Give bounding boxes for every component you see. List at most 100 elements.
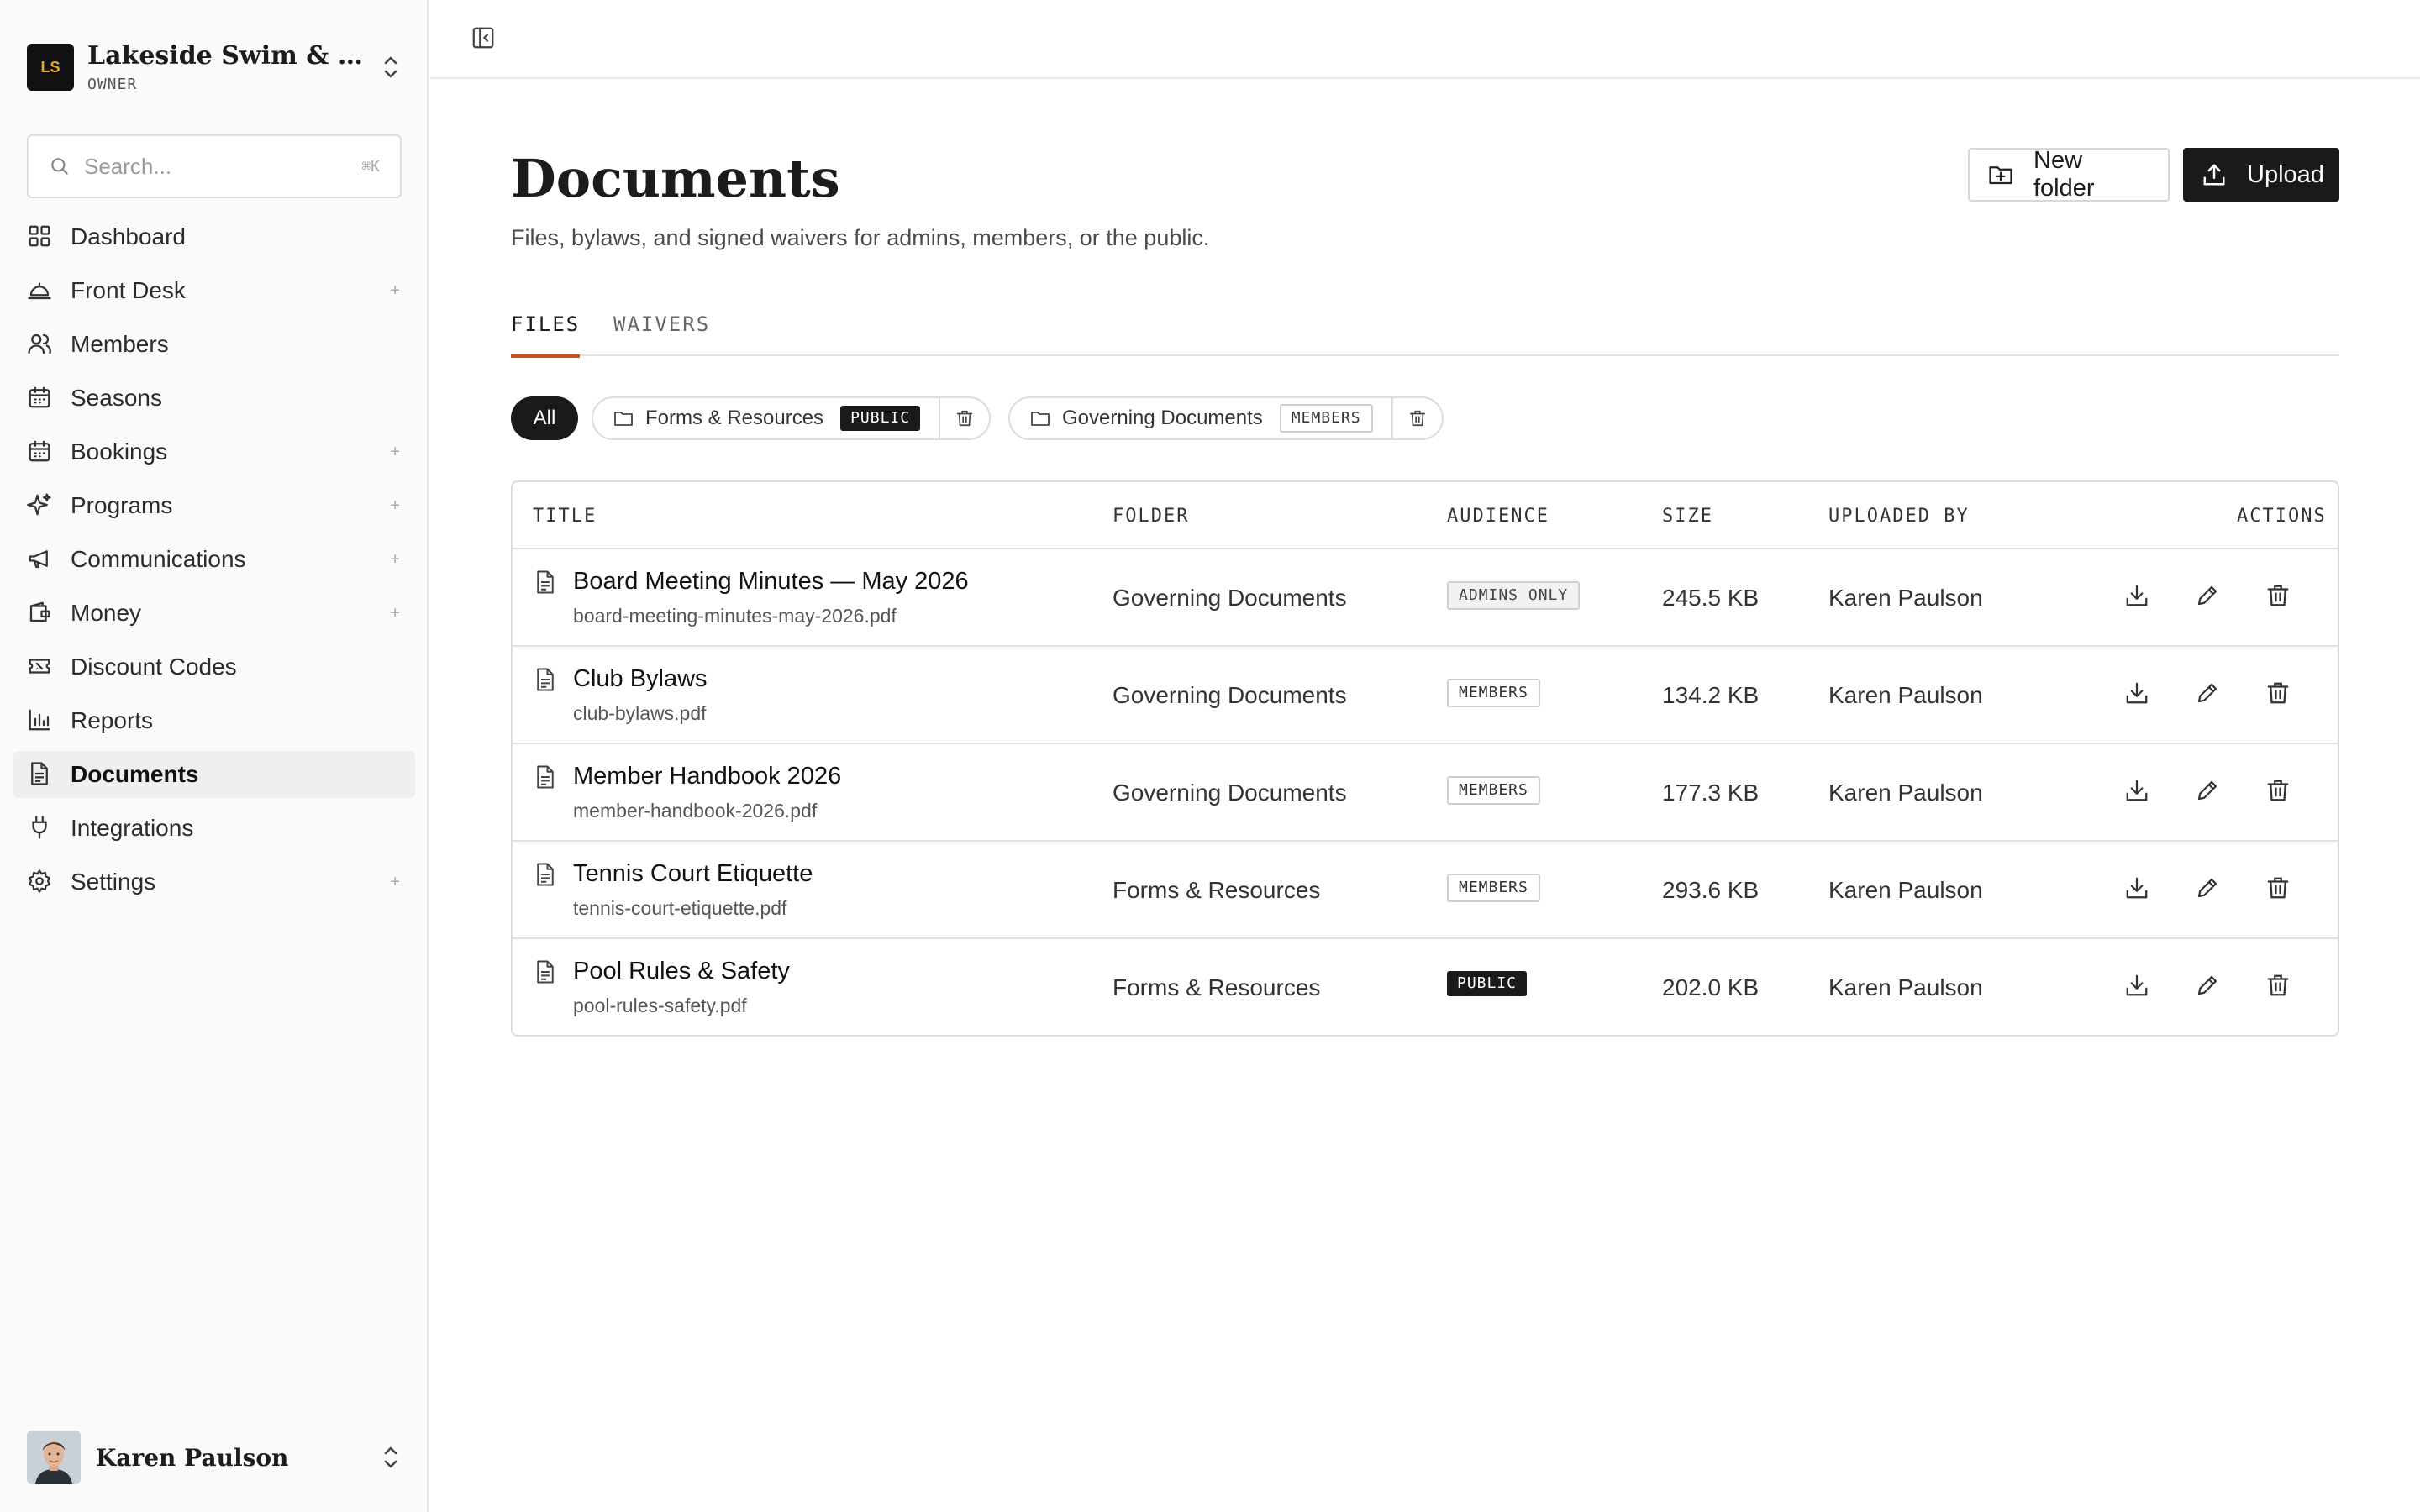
document-size: 293.6 KB (1662, 877, 1760, 903)
trash-icon[interactable] (2265, 875, 2294, 904)
document-uploader: Karen Paulson (1828, 877, 1983, 903)
folder-filters: All Forms & Resources PUBLIC Governing D… (511, 396, 2339, 440)
new-folder-button[interactable]: New folder (1968, 147, 2170, 202)
document-filename: club-bylaws.pdf (573, 702, 707, 724)
table-header: TITLE FOLDER AUDIENCE SIZE UPLOADED BY A… (513, 482, 2338, 549)
chevron-up-down-icon (378, 50, 403, 84)
document-size: 134.2 KB (1662, 682, 1760, 708)
document-title[interactable]: Pool Rules & Safety (573, 958, 790, 985)
folder-chip-governing-documents[interactable]: Governing Documents MEMBERS (1008, 396, 1444, 440)
tab-files[interactable]: FILES (511, 312, 581, 358)
table-row[interactable]: Tennis Court Etiquette tennis-court-etiq… (513, 842, 2338, 939)
gear-icon (27, 869, 54, 895)
download-icon[interactable] (2124, 583, 2153, 612)
expand-icon[interactable]: + (390, 281, 400, 301)
top-bar (430, 0, 2420, 79)
table-row[interactable]: Board Meeting Minutes — May 2026 board-m… (513, 549, 2338, 647)
folder-chip-main[interactable]: Forms & Resources PUBLIC (593, 398, 941, 438)
expand-icon[interactable]: + (390, 604, 400, 623)
sidebar-item-documents[interactable]: Documents (13, 751, 415, 798)
download-icon[interactable] (2124, 778, 2153, 806)
document-folder: Governing Documents (1113, 780, 1347, 806)
expand-icon[interactable]: + (390, 550, 400, 570)
sidebar-item-money[interactable]: Money + (13, 590, 415, 637)
document-title[interactable]: Tennis Court Etiquette (573, 860, 813, 888)
sidebar-item-programs[interactable]: Programs + (13, 482, 415, 529)
search-input[interactable]: Search... ⌘K (27, 134, 402, 198)
audience-badge: MEMBERS (1447, 776, 1540, 805)
edit-icon[interactable] (2195, 778, 2223, 806)
trash-icon[interactable] (2265, 973, 2294, 1001)
wallet-icon (27, 600, 54, 627)
folder-chip-forms-resources[interactable]: Forms & Resources PUBLIC (592, 396, 992, 440)
folder-name: Forms & Resources (645, 407, 824, 429)
download-icon[interactable] (2124, 973, 2153, 1001)
search-shortcut: ⌘K (361, 157, 380, 176)
sidebar-item-label: Front Desk (71, 277, 186, 303)
sidebar-item-label: Settings (71, 869, 156, 895)
sidebar-item-communications[interactable]: Communications + (13, 536, 415, 583)
filter-all-chip[interactable]: All (511, 396, 578, 440)
sidebar-item-members[interactable]: Members (13, 321, 415, 368)
folder-icon (1030, 408, 1050, 428)
expand-icon[interactable]: + (390, 873, 400, 892)
sidebar-item-label: Integrations (71, 815, 194, 841)
edit-icon[interactable] (2195, 680, 2223, 709)
edit-icon[interactable] (2195, 973, 2223, 1001)
megaphone-icon (27, 546, 54, 573)
document-uploader: Karen Paulson (1828, 585, 1983, 611)
sidebar-item-label: Communications (71, 546, 246, 572)
edit-icon[interactable] (2195, 875, 2223, 904)
sidebar-item-label: Members (71, 331, 169, 357)
document-title[interactable]: Member Handbook 2026 (573, 763, 841, 790)
sidebar: LS Lakeside Swim & Tennis Club OWNER Sea… (0, 0, 429, 1512)
document-title[interactable]: Board Meeting Minutes — May 2026 (573, 568, 969, 596)
sidebar-item-bookings[interactable]: Bookings + (13, 428, 415, 475)
table-row[interactable]: Club Bylaws club-bylaws.pdf Governing Do… (513, 647, 2338, 744)
sidebar-item-dashboard[interactable]: Dashboard (13, 213, 415, 260)
table-row[interactable]: Pool Rules & Safety pool-rules-safety.pd… (513, 939, 2338, 1035)
document-size: 177.3 KB (1662, 780, 1760, 806)
sidebar-item-settings[interactable]: Settings + (13, 858, 415, 906)
download-icon[interactable] (2124, 875, 2153, 904)
sidebar-item-integrations[interactable]: Integrations (13, 805, 415, 852)
column-header-audience: AUDIENCE (1447, 506, 1549, 527)
calendar-icon (27, 438, 54, 465)
trash-icon[interactable] (2265, 778, 2294, 806)
expand-icon[interactable]: + (390, 496, 400, 516)
user-menu[interactable]: Karen Paulson (27, 1430, 403, 1485)
expand-icon[interactable]: + (390, 443, 400, 462)
document-folder: Governing Documents (1113, 682, 1347, 708)
sidebar-item-reports[interactable]: Reports (13, 697, 415, 744)
column-header-uploaded-by: UPLOADED BY (1828, 506, 1970, 527)
chevron-up-down-icon (378, 1441, 403, 1474)
trash-icon[interactable] (940, 398, 989, 438)
document-title[interactable]: Club Bylaws (573, 665, 708, 693)
sidebar-item-label: Documents (71, 761, 199, 787)
download-icon[interactable] (2124, 680, 2153, 709)
document-uploader: Karen Paulson (1828, 682, 1983, 708)
trash-icon[interactable] (1393, 398, 1442, 438)
folder-chip-main[interactable]: Governing Documents MEMBERS (1010, 398, 1393, 438)
upload-button[interactable]: Upload (2183, 148, 2339, 202)
org-logo: LS (27, 44, 74, 91)
sidebar-item-front-desk[interactable]: Front Desk + (13, 267, 415, 314)
sidebar-item-label: Reports (71, 707, 154, 733)
sidebar-toggle-icon[interactable] (471, 25, 501, 55)
sidebar-item-label: Dashboard (71, 223, 186, 249)
org-switcher[interactable]: LS Lakeside Swim & Tennis Club OWNER (27, 41, 403, 93)
sidebar-item-seasons[interactable]: Seasons (13, 375, 415, 422)
tab-waivers[interactable]: WAIVERS (613, 312, 710, 354)
sidebar-item-label: Discount Codes (71, 654, 237, 680)
table-row[interactable]: Member Handbook 2026 member-handbook-202… (513, 744, 2338, 842)
edit-icon[interactable] (2195, 583, 2223, 612)
sidebar-item-discount-codes[interactable]: Discount Codes (13, 643, 415, 690)
folder-name: Governing Documents (1062, 407, 1263, 429)
sidebar-item-label: Programs (71, 492, 173, 518)
trash-icon[interactable] (2265, 583, 2294, 612)
document-filename: tennis-court-etiquette.pdf (573, 897, 787, 919)
search-placeholder: Search... (84, 153, 172, 179)
avatar (27, 1431, 81, 1484)
trash-icon[interactable] (2265, 680, 2294, 709)
documents-table: TITLE FOLDER AUDIENCE SIZE UPLOADED BY A… (511, 480, 2339, 1037)
